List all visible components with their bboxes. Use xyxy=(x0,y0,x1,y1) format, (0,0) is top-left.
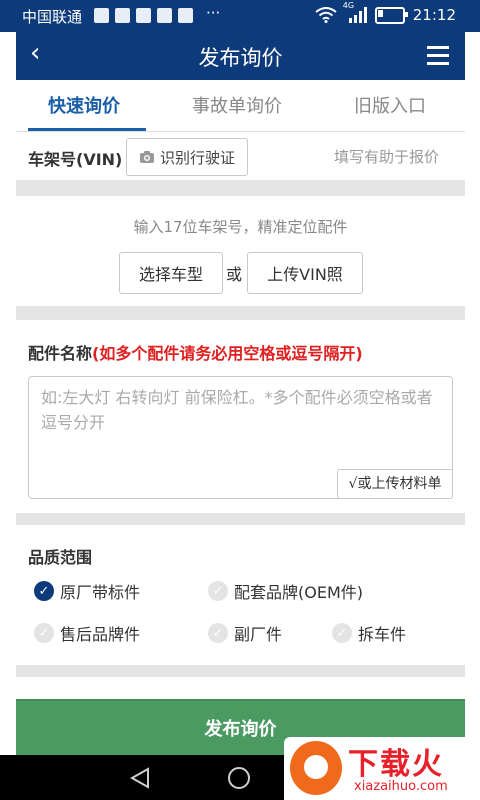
battery-icon xyxy=(374,6,408,24)
quality-range-title: 品质范围 xyxy=(28,548,93,567)
check-icon: ✓ xyxy=(208,581,228,601)
app-header: ‹ 发布询价 xyxy=(16,32,465,80)
upload-vin-photo-button[interactable]: 上传VIN照 xyxy=(247,252,363,294)
quality-option-salvage[interactable]: ✓ 拆车件 xyxy=(332,621,406,645)
quality-option-aftermarket[interactable]: ✓ 售后品牌件 xyxy=(34,621,140,645)
hamburger-menu-icon[interactable] xyxy=(427,46,449,70)
quality-option-oem-brand[interactable]: ✓ 原厂带标件 xyxy=(34,579,140,603)
watermark-url: xiazaihuo.com xyxy=(354,779,448,794)
quality-option-secondary[interactable]: ✓ 副厂件 xyxy=(208,621,282,645)
tab-accident-inquiry[interactable]: 事故单询价 xyxy=(192,92,282,118)
parts-label: 配件名称(如多个配件请务必用空格或逗号隔开) xyxy=(28,340,363,364)
app-notification-icon xyxy=(115,8,130,23)
scan-license-button[interactable]: 识别行驶证 xyxy=(126,138,248,176)
check-icon: ✓ xyxy=(34,623,54,643)
check-icon: ✓ xyxy=(34,581,54,601)
flame-logo-icon xyxy=(290,741,342,795)
parts-name-textarea[interactable]: 如:左大灯 右转向灯 前保险杠。*多个配件必须空格或者逗号分开 √或上传材料单 xyxy=(28,376,453,499)
tab-bar: 快速询价 事故单询价 旧版入口 xyxy=(16,80,465,132)
or-text: 或 xyxy=(226,265,243,284)
notification-overflow: ··· xyxy=(206,4,221,22)
notification-icons xyxy=(94,8,193,23)
upload-material-list-button[interactable]: √或上传材料单 xyxy=(337,469,453,499)
vin-description: 输入17位车架号，精准定位配件 xyxy=(133,218,348,236)
tab-old-version[interactable]: 旧版入口 xyxy=(354,92,426,118)
quality-option-label: 配套品牌(OEM件) xyxy=(234,583,363,602)
tab-quick-inquiry[interactable]: 快速询价 xyxy=(48,92,120,118)
section-divider xyxy=(16,306,465,320)
nav-back-icon[interactable] xyxy=(130,767,150,789)
select-model-button[interactable]: 选择车型 xyxy=(119,252,223,294)
status-bar: 中国联通 ··· 4G 21:12 xyxy=(0,0,480,32)
check-icon: ✓ xyxy=(208,623,228,643)
wifi-icon xyxy=(315,7,337,23)
quality-option-oem-parts[interactable]: ✓ 配套品牌(OEM件) xyxy=(208,579,363,603)
clock: 21:12 xyxy=(412,6,456,24)
carrier-name: 中国联通 xyxy=(22,8,83,26)
quality-option-label: 原厂带标件 xyxy=(60,583,141,602)
check-icon: ✓ xyxy=(332,623,352,643)
page-title: 发布询价 xyxy=(198,46,283,70)
watermark-title: 下载火 xyxy=(348,747,444,782)
watermark: 下载火 xiazaihuo.com xyxy=(284,737,480,800)
vin-section: 输入17位车架号，精准定位配件 选择车型 或 上传VIN照 xyxy=(16,196,465,306)
vin-input-hint[interactable]: 填写有助于报价 xyxy=(334,146,439,167)
app-notification-icon xyxy=(136,8,151,23)
camera-icon xyxy=(139,151,154,163)
section-divider xyxy=(16,180,465,196)
signal-icon: 4G xyxy=(343,1,367,23)
nav-home-icon[interactable] xyxy=(228,767,250,789)
vin-row: 车架号(VIN) 识别行驶证 填写有助于报价 xyxy=(16,132,465,180)
vin-label: 车架号(VIN) xyxy=(28,150,123,169)
section-divider xyxy=(16,665,465,677)
parts-label-note: (如多个配件请务必用空格或逗号隔开) xyxy=(92,344,363,363)
parts-placeholder: 如:左大灯 右转向灯 前保险杠。*多个配件必须空格或者逗号分开 xyxy=(41,388,433,432)
section-divider xyxy=(16,513,465,525)
quality-option-label: 售后品牌件 xyxy=(60,625,141,644)
quality-option-label: 拆车件 xyxy=(358,625,407,644)
app-notification-icon xyxy=(178,8,193,23)
quality-option-label: 副厂件 xyxy=(234,625,283,644)
parts-label-text: 配件名称 xyxy=(28,344,93,363)
app-notification-icon xyxy=(157,8,172,23)
app-notification-icon xyxy=(94,8,109,23)
scan-license-label: 识别行驶证 xyxy=(159,148,235,167)
